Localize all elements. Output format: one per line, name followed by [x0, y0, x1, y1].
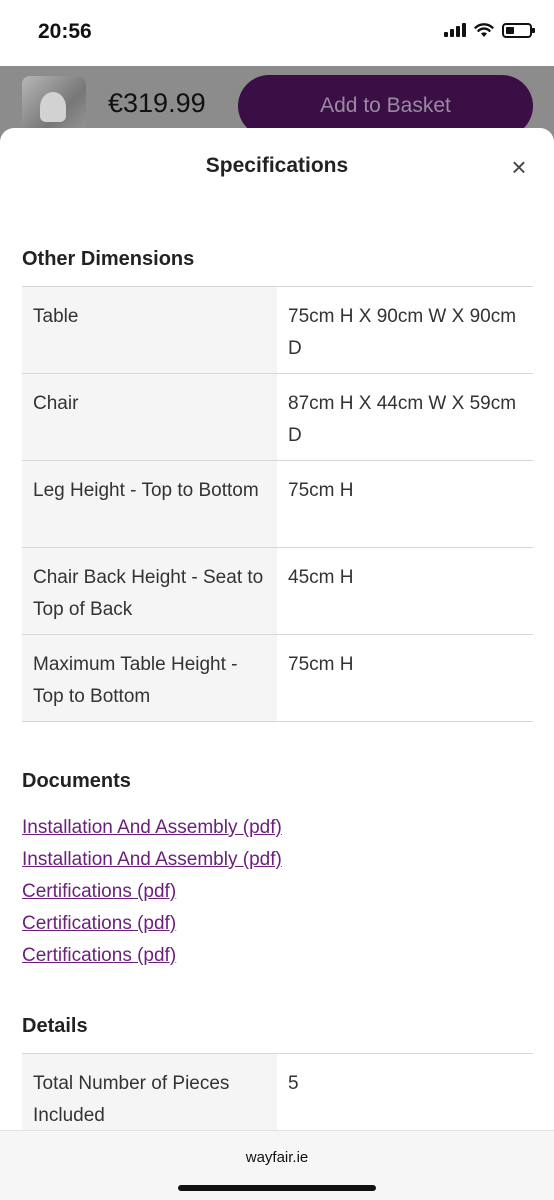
spec-label: Total Number of Pieces Included: [22, 1054, 277, 1130]
other-dimensions-table: Table 75cm H X 90cm W X 90cm D Chair 87c…: [22, 286, 533, 722]
product-price: €319.99: [108, 88, 206, 118]
table-row: Total Number of Pieces Included 5: [22, 1054, 533, 1130]
close-icon[interactable]: ×: [504, 152, 534, 182]
table-row: Leg Height - Top to Bottom 75cm H: [22, 461, 533, 548]
spec-value: 45cm H: [288, 567, 354, 588]
table-row: Chair Back Height - Seat to Top of Back …: [22, 548, 533, 635]
table-row: Maximum Table Height - Top to Bottom 75c…: [22, 635, 533, 722]
specifications-sheet: Specifications × Other Dimensions Table …: [0, 128, 554, 1130]
sheet-header: Specifications ×: [0, 128, 554, 206]
other-dimensions-heading: Other Dimensions: [22, 248, 195, 270]
spec-value: 75cm H: [288, 480, 354, 501]
sheet-title: Specifications: [205, 154, 349, 177]
spec-value: 5: [288, 1073, 299, 1094]
spec-value: 75cm H X 90cm W X 90cm D: [288, 306, 517, 359]
wifi-icon: [474, 23, 494, 37]
table-row: Chair 87cm H X 44cm W X 59cm D: [22, 374, 533, 461]
spec-label: Chair: [22, 374, 277, 460]
home-indicator[interactable]: [178, 1185, 376, 1191]
table-row: Table 75cm H X 90cm W X 90cm D: [22, 287, 533, 374]
details-table: Total Number of Pieces Included 5: [22, 1053, 533, 1130]
document-links: Installation And Assembly (pdf) Installa…: [22, 812, 282, 972]
documents-heading: Documents: [22, 770, 131, 792]
spec-label: Leg Height - Top to Bottom: [22, 461, 277, 547]
browser-bar: wayfair.ie: [0, 1130, 554, 1200]
certifications-pdf-link[interactable]: Certifications (pdf): [22, 876, 282, 908]
cellular-signal-icon: [444, 23, 466, 37]
spec-value: 75cm H: [288, 654, 354, 675]
battery-icon: [502, 22, 535, 38]
status-time: 20:56: [38, 20, 92, 43]
status-icons: [444, 22, 535, 38]
spec-label: Maximum Table Height - Top to Bottom: [22, 635, 277, 721]
installation-assembly-pdf-link[interactable]: Installation And Assembly (pdf): [22, 812, 282, 844]
certifications-pdf-link[interactable]: Certifications (pdf): [22, 940, 282, 972]
spec-value: 87cm H X 44cm W X 59cm D: [288, 393, 517, 446]
installation-assembly-pdf-link[interactable]: Installation And Assembly (pdf): [22, 844, 282, 876]
status-bar: 20:56: [0, 0, 554, 66]
spec-label: Chair Back Height - Seat to Top of Back: [22, 548, 277, 634]
certifications-pdf-link[interactable]: Certifications (pdf): [22, 908, 282, 940]
url-display[interactable]: wayfair.ie: [0, 1149, 554, 1166]
details-heading: Details: [22, 1015, 88, 1037]
spec-label: Table: [22, 287, 277, 373]
